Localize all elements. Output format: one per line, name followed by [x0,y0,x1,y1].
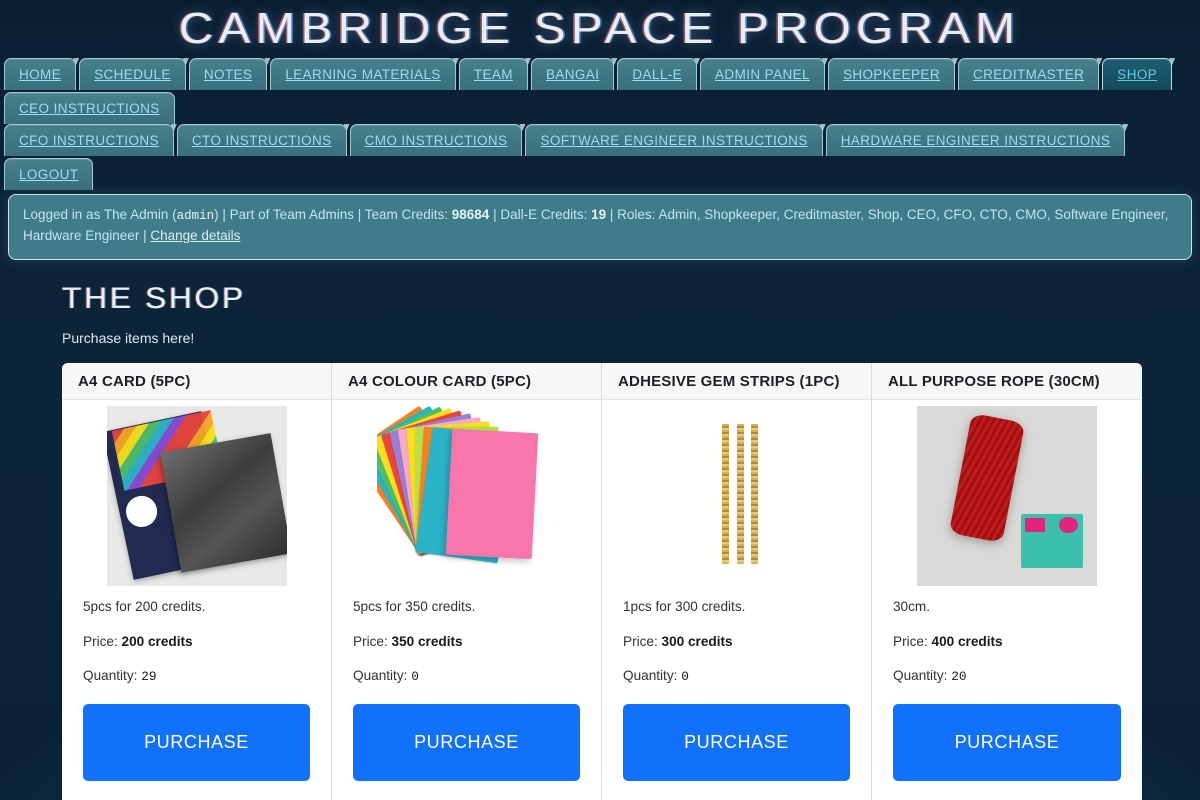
nav-tab-cmo-instructions[interactable]: CMO Instructions [349,124,523,156]
product-card: Adhesive Gem Strips (1pc) 1pcs for 300 cr… [602,363,872,800]
product-image [872,400,1142,586]
product-title: A4 Colour Card (5pc) [332,363,601,401]
product-price-value: 350 credits [391,633,463,649]
product-quantity-value: 0 [411,668,419,684]
user-name: The Admin [103,207,169,222]
product-price-value: 400 credits [931,633,1003,649]
purchase-button[interactable]: Purchase [623,704,850,782]
nav-tab-creditmaster[interactable]: Creditmaster [957,58,1100,90]
purchase-button[interactable]: Purchase [353,704,580,782]
product-quantity: Quantity: 0 [353,668,580,684]
dalle-credits-label: Dall-E Credits: [500,207,592,222]
product-price-label: Price: [893,633,932,649]
product-price: Price: 350 credits [353,634,580,650]
product-quantity-value: 29 [141,668,157,684]
purchase-button[interactable]: Purchase [83,704,310,782]
page-subtitle: Purchase items here! [62,330,195,347]
username-paren-open: ( [168,207,177,222]
product-price-label: Price: [83,633,122,649]
nav-tab-schedule[interactable]: Schedule [79,58,186,90]
main-content: The Shop Purchase items here! A4 Card (5… [0,260,1200,800]
product-quantity-value: 0 [681,668,689,684]
site-title: Cambridge Space Program [179,4,1021,53]
product-description: 1pcs for 300 credits. [623,599,746,615]
product-image [62,400,331,586]
product-grid: A4 Card (5pc) 5pcs for 200 credits. Price:… [62,363,1142,800]
nav-tab-bangai[interactable]: Bangai [530,58,615,90]
product-price-label: Price: [623,633,662,649]
nav-tab-shopkeeper[interactable]: Shopkeeper [827,58,955,90]
product-quantity-label: Quantity: [83,667,142,683]
product-thumbnail-fan-icon [376,405,557,586]
product-price-label: Price: [353,633,392,649]
product-card: All Purpose Rope (30cm) 30cm. Price: 400 c… [872,363,1142,800]
nav-row-secondary: CFO Instructions CTO Instructions CMO Inst… [4,124,1196,190]
product-title: Adhesive Gem Strips (1pc) [602,363,871,401]
product-description: 5pcs for 200 credits. [83,599,206,615]
user-info-bar: Logged in as The Admin (admin) | Part of… [8,194,1192,261]
product-details: 1pcs for 300 credits. Price: 300 credits Q… [602,585,871,702]
nav-tab-learning-materials[interactable]: Learning Materials [270,58,456,90]
product-description: 30cm. [893,599,931,615]
nav-tab-shop[interactable]: Shop [1102,58,1173,90]
separator-5: | [139,228,151,244]
nav-tab-home[interactable]: Home [4,58,77,90]
product-details: 30cm. Price: 400 credits Quantity: 20 [872,585,1142,702]
nav-tab-logout[interactable]: Logout [4,158,94,190]
username-code: admin [176,209,215,223]
product-thumbnail-a4card-icon [106,405,287,586]
team-credits-value: 98684 [451,207,490,222]
page-root: Cambridge Space Program Home Schedule Note… [0,0,1200,800]
product-image [332,400,601,586]
product-thumbnail-gems-icon [646,405,827,586]
product-image [602,400,871,586]
nav-tab-ceo-instructions[interactable]: CEO Instructions [4,92,175,124]
site-masthead: Cambridge Space Program [0,0,1200,58]
product-quantity: Quantity: 29 [83,668,310,684]
logged-in-prefix: Logged in as [23,207,104,222]
product-quantity-value: 20 [951,668,967,684]
product-title: A4 Card (5pc) [62,363,331,401]
nav-tab-team[interactable]: Team [458,58,528,90]
page-title: The Shop [62,282,246,316]
nav-row-primary: Home Schedule Notes Learning Materials Team B… [4,58,1196,124]
separator-2: | [353,207,365,222]
nav-tab-cto-instructions[interactable]: CTO Instructions [176,124,347,156]
product-quantity: Quantity: 0 [623,668,850,684]
product-quantity-label: Quantity: [893,667,952,683]
team-label: Part of Team Admins [229,207,354,222]
main-navigation: Home Schedule Notes Learning Materials Team B… [0,58,1200,190]
product-price: Price: 300 credits [623,634,850,650]
change-details-link[interactable]: Change details [150,228,240,243]
product-price-value: 200 credits [121,633,193,649]
product-title: All Purpose Rope (30cm) [872,363,1142,401]
nav-tab-cfo-instructions[interactable]: CFO Instructions [4,124,174,156]
nav-tab-hardware-engineer-instructions[interactable]: Hardware Engineer Instructions [825,124,1126,156]
product-card: A4 Colour Card (5pc) 5pcs for 350 credits… [332,363,602,800]
nav-tab-admin-panel[interactable]: Admin Panel [700,58,825,90]
product-details: 5pcs for 200 credits. Price: 200 credits Q… [62,585,331,702]
dalle-credits-value: 19 [591,207,607,222]
product-card: A4 Card (5pc) 5pcs for 200 credits. Price:… [62,363,332,800]
product-details: 5pcs for 350 credits. Price: 350 credits Q… [332,585,601,702]
nav-tab-dall-e[interactable]: Dall-E [617,58,698,90]
product-description: 5pcs for 350 credits. [353,599,476,615]
product-quantity-label: Quantity: [623,667,682,683]
product-thumbnail-rope-icon [917,405,1097,586]
separator-3: | [489,207,501,222]
product-price-value: 300 credits [661,633,733,649]
product-quantity-label: Quantity: [353,667,412,683]
separator-4: | [606,207,618,222]
purchase-button[interactable]: Purchase [893,704,1121,782]
product-price: Price: 200 credits [83,634,310,650]
product-quantity: Quantity: 20 [893,668,1121,684]
roles-label: Roles: [617,207,659,222]
product-price: Price: 400 credits [893,634,1121,650]
separator-1: | [218,207,230,222]
team-credits-label: Team Credits: [364,207,452,222]
nav-tab-notes[interactable]: Notes [188,58,268,90]
nav-tab-software-engineer-instructions[interactable]: Software Engineer Instructions [525,124,823,156]
